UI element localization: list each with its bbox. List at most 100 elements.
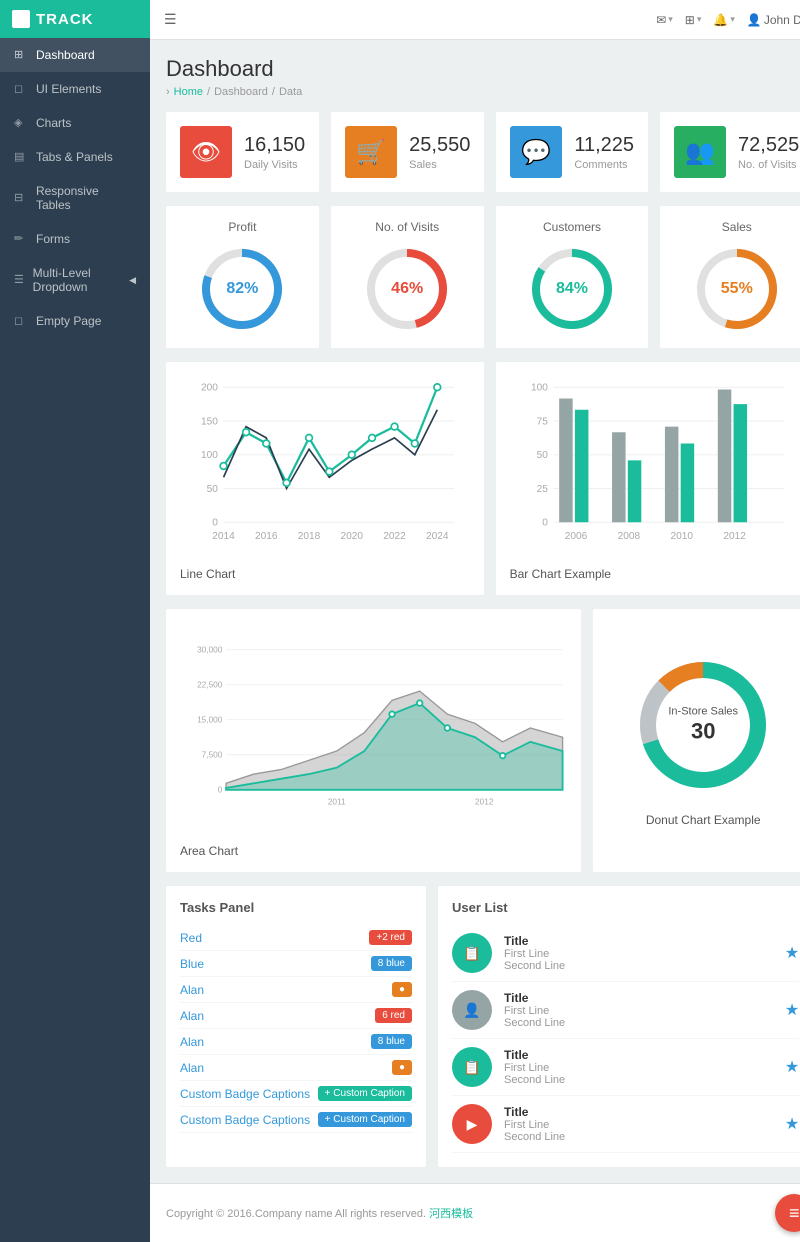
main-content: ☰ ✉ ▾ ⊞ ▾ 🔔 ▾ 👤 John Doe Dashboard › (150, 0, 800, 1242)
task-row-6: Custom Badge Captions + Custom Caption (180, 1081, 412, 1107)
breadcrumb-sep1: / (207, 86, 210, 98)
breadcrumb-arrow: › (166, 86, 170, 98)
donut-visits-title: No. of Visits (345, 220, 470, 234)
donut-big-card: In-Store Sales 30 Donut Chart Example (593, 609, 800, 872)
svg-text:200: 200 (201, 383, 218, 394)
task-label-2: Alan (180, 983, 204, 997)
svg-text:2020: 2020 (341, 531, 364, 542)
user-star-3[interactable]: ★ (785, 1114, 799, 1134)
sales-info: 25,550 Sales (409, 134, 470, 171)
user-line2-1: Second Line (504, 1017, 565, 1029)
grid-icon: ⊞ (685, 13, 695, 27)
stat-card-comments: 💬 11,225 Comments (496, 112, 648, 192)
donut-card-sales: Sales 55% (660, 206, 800, 348)
user-icon: 👤 (747, 13, 762, 27)
bar-chart-card: 100 75 50 25 0 (496, 362, 800, 595)
task-row-0: Red +2 red (180, 925, 412, 951)
task-label-0: Red (180, 931, 202, 945)
email-button[interactable]: ✉ ▾ (656, 13, 673, 27)
svg-text:2012: 2012 (475, 797, 494, 807)
email-icon: ✉ (656, 13, 666, 27)
sidebar-item-multi-dropdown[interactable]: ☰ Multi-Level Dropdown ◀ (0, 256, 150, 304)
area-chart-title: Area Chart (180, 844, 567, 858)
task-row-1: Blue 8 blue (180, 951, 412, 977)
task-label-1: Blue (180, 957, 204, 971)
grid-badge: ▾ (697, 14, 702, 25)
bell-button[interactable]: 🔔 ▾ (713, 13, 734, 27)
donut-profit-label: 82% (226, 280, 258, 298)
donut-card-visits: No. of Visits 46% (331, 206, 484, 348)
tabs-icon: ▤ (14, 150, 28, 164)
sidebar-item-charts[interactable]: ◈ Charts (0, 106, 150, 140)
sidebar-item-responsive-tables[interactable]: ⊟ Responsive Tables (0, 174, 150, 222)
user-list-panel: User List 📋 Title First Line Second Line… (438, 886, 800, 1167)
user-list-item-3: ▶ Title First Line Second Line ★ (452, 1096, 799, 1153)
task-panel-title: Tasks Panel (180, 900, 412, 915)
no-of-visits-label: No. of Visits (738, 159, 799, 171)
app-name: TRACK (36, 11, 94, 28)
user-avatar-1: 👤 (452, 990, 492, 1030)
task-row-2: Alan ● (180, 977, 412, 1003)
user-avatar-0: 📋 (452, 933, 492, 973)
sidebar-label-tables: Responsive Tables (36, 184, 136, 212)
user-line2-2: Second Line (504, 1074, 565, 1086)
area-row: 30,000 22,500 15,000 7,500 0 2011 (166, 609, 800, 872)
donut-sales-title: Sales (674, 220, 799, 234)
footer-text: Copyright © 2016.Company name All rights… (166, 1205, 473, 1221)
footer-link[interactable]: 河西模板 (429, 1208, 473, 1220)
user-title-0: Title (504, 934, 565, 948)
donut-customers-chart: 84% (527, 244, 617, 334)
svg-text:150: 150 (201, 416, 218, 427)
svg-text:0: 0 (218, 785, 223, 795)
user-avatar-3: ▶ (452, 1104, 492, 1144)
sales-label: Sales (409, 159, 470, 171)
bell-icon: 🔔 (713, 13, 728, 27)
user-star-0[interactable]: ★ (785, 943, 799, 963)
user-menu[interactable]: 👤 John Doe (747, 13, 800, 27)
sidebar-label-dashboard: Dashboard (36, 48, 95, 62)
breadcrumb-home[interactable]: Home (174, 86, 203, 98)
user-list-item-2: 📋 Title First Line Second Line ★ (452, 1039, 799, 1096)
user-line1-0: First Line (504, 948, 565, 960)
svg-text:2010: 2010 (670, 531, 693, 542)
svg-text:15,000: 15,000 (197, 714, 223, 724)
donut-profit-chart: 82% (197, 244, 287, 334)
email-badge: ▾ (668, 14, 673, 25)
user-star-2[interactable]: ★ (785, 1057, 799, 1077)
task-label-3: Alan (180, 1009, 204, 1023)
sidebar-label-charts: Charts (36, 116, 71, 130)
task-row-3: Alan 6 red (180, 1003, 412, 1029)
sidebar-label-ui: UI Elements (36, 82, 101, 96)
topbar: ☰ ✉ ▾ ⊞ ▾ 🔔 ▾ 👤 John Doe (150, 0, 800, 40)
sidebar-item-forms[interactable]: ✏ Forms (0, 222, 150, 256)
task-row-7: Custom Badge Captions + Custom Caption (180, 1107, 412, 1133)
fab-button[interactable]: ≡ (775, 1194, 800, 1232)
topbar-left: ☰ (164, 11, 177, 28)
sidebar-item-ui-elements[interactable]: ◻ UI Elements (0, 72, 150, 106)
user-info-2: Title First Line Second Line (504, 1048, 565, 1086)
user-star-1[interactable]: ★ (785, 1000, 799, 1020)
task-label-5: Alan (180, 1061, 204, 1075)
sidebar-item-empty-page[interactable]: ◻ Empty Page (0, 304, 150, 338)
menu-icon[interactable]: ☰ (164, 11, 177, 28)
breadcrumb-dashboard: Dashboard (214, 86, 268, 98)
sidebar-label-empty: Empty Page (36, 314, 101, 328)
svg-text:0: 0 (212, 518, 218, 529)
donut-big-wrap: In-Store Sales 30 (633, 655, 773, 795)
sidebar-item-dashboard[interactable]: ⊞ Dashboard (0, 38, 150, 72)
area-chart-card: 30,000 22,500 15,000 7,500 0 2011 (166, 609, 581, 872)
breadcrumb-data: Data (279, 86, 302, 98)
stat-card-sales: 🛒 25,550 Sales (331, 112, 484, 192)
sidebar-item-tabs-panels[interactable]: ▤ Tabs & Panels (0, 140, 150, 174)
donut-visits-label: 46% (391, 280, 423, 298)
svg-text:100: 100 (201, 450, 218, 461)
bar-chart-svg: 100 75 50 25 0 (510, 376, 800, 556)
dashboard-icon: ⊞ (14, 48, 28, 62)
sales-icon: 🛒 (345, 126, 397, 178)
svg-text:50: 50 (207, 484, 219, 495)
svg-text:2006: 2006 (564, 531, 587, 542)
grid-button[interactable]: ⊞ ▾ (685, 13, 702, 27)
task-badge-5: ● (392, 1060, 412, 1075)
user-name: John Doe (764, 13, 800, 27)
breadcrumb-sep2: / (272, 86, 275, 98)
